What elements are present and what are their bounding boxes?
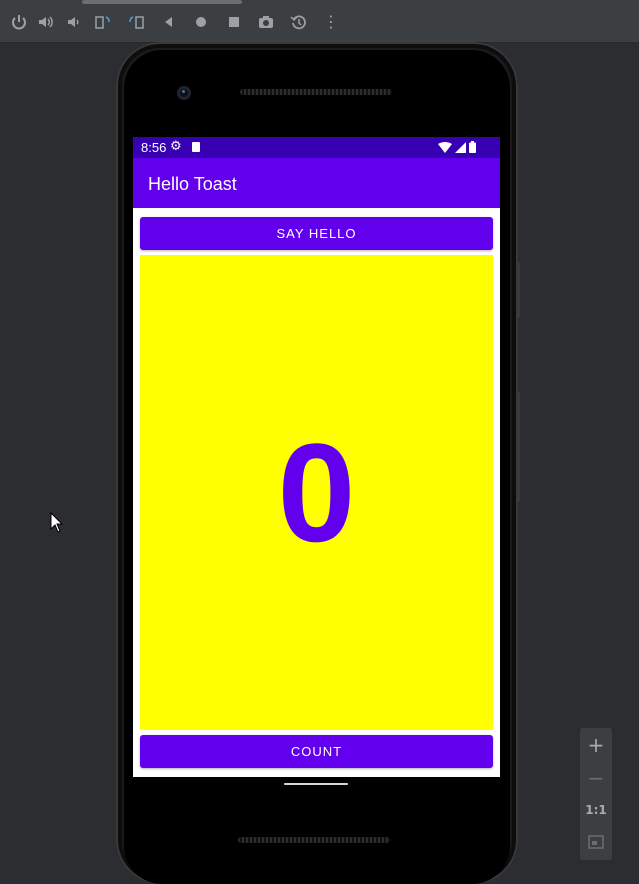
app-bar: Hello Toast bbox=[133, 158, 500, 208]
actual-size-button[interactable]: 1:1 bbox=[580, 794, 612, 826]
mouse-cursor-icon bbox=[50, 512, 64, 533]
volume-down-icon[interactable] bbox=[64, 12, 84, 32]
rotate-right-icon[interactable] bbox=[126, 12, 146, 32]
status-bar: 8:56 ⚙ bbox=[133, 137, 500, 158]
wifi-icon bbox=[438, 141, 452, 153]
sd-card-icon bbox=[192, 142, 200, 152]
battery-icon bbox=[469, 141, 476, 153]
gesture-navigation-bar[interactable] bbox=[284, 783, 348, 785]
count-display: 0 bbox=[140, 255, 493, 730]
zoom-controls: + − 1:1 bbox=[580, 728, 612, 860]
say-hello-button[interactable]: SAY HELLO bbox=[140, 217, 493, 250]
bottom-speaker bbox=[238, 837, 390, 843]
status-time: 8:56 bbox=[141, 140, 167, 155]
power-icon[interactable] bbox=[9, 12, 29, 32]
home-icon[interactable] bbox=[191, 12, 211, 32]
rotate-left-icon[interactable] bbox=[93, 12, 113, 32]
top-speaker bbox=[240, 89, 392, 95]
overview-icon[interactable] bbox=[224, 12, 244, 32]
front-camera-icon bbox=[177, 86, 191, 100]
screenshot-icon[interactable] bbox=[256, 12, 276, 32]
zoom-in-button[interactable]: + bbox=[580, 729, 612, 761]
back-icon[interactable] bbox=[159, 12, 179, 32]
device-volume-button[interactable] bbox=[516, 262, 520, 318]
fit-screen-icon[interactable] bbox=[580, 826, 612, 858]
device-screen: 8:56 ⚙ Hello Toast SAY HELLO 0 COUNT bbox=[133, 137, 500, 777]
cellular-signal-icon bbox=[455, 141, 466, 153]
snapshot-icon[interactable] bbox=[289, 12, 309, 32]
count-button[interactable]: COUNT bbox=[140, 735, 493, 768]
zoom-out-button[interactable]: − bbox=[580, 762, 612, 794]
more-icon[interactable]: ⋮ bbox=[321, 12, 341, 32]
count-value: 0 bbox=[277, 414, 356, 571]
volume-up-icon[interactable] bbox=[36, 12, 56, 32]
app-title: Hello Toast bbox=[148, 174, 237, 194]
emulator-toolbar: ⋮ bbox=[0, 0, 639, 43]
toolbar-scroll-indicator bbox=[82, 0, 242, 4]
device-power-button[interactable] bbox=[516, 392, 520, 502]
settings-notification-icon: ⚙ bbox=[170, 139, 182, 154]
